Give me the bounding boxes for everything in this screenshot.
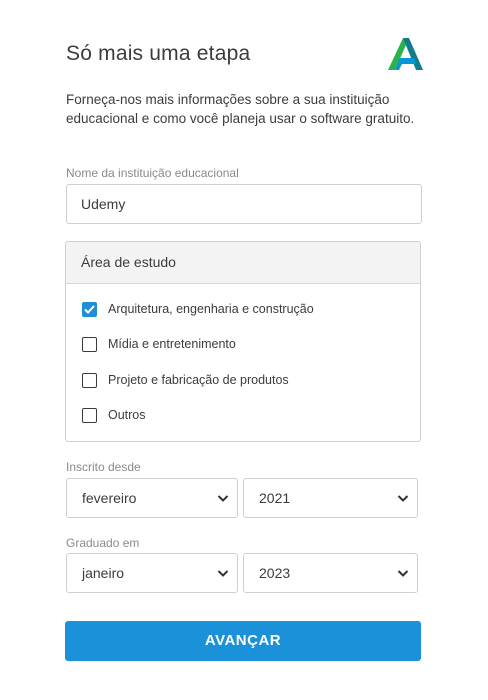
checkbox-product-design[interactable] — [82, 372, 97, 388]
enrolled-year-select[interactable]: 2021 — [243, 478, 418, 518]
area-of-study-panel: Área de estudo Arquitetura, engenharia e… — [65, 241, 421, 442]
option-product-design[interactable]: Projeto e fabricação de produtos — [82, 371, 289, 389]
enrolled-month-select[interactable]: fevereiro — [66, 478, 238, 518]
graduated-in-label: Graduado em — [66, 536, 140, 550]
option-architecture[interactable]: Arquitetura, engenharia e construção — [82, 300, 314, 318]
institution-input[interactable]: Udemy — [66, 184, 422, 224]
option-media[interactable]: Mídia e entretenimento — [82, 335, 236, 353]
page-description: Forneça-nos mais informações sobre a sua… — [66, 92, 415, 126]
page-title: Só mais uma etapa — [66, 42, 251, 65]
header: Só mais uma etapa — [66, 38, 423, 78]
graduated-month-select[interactable]: janeiro — [66, 553, 238, 593]
option-label: Mídia e entretenimento — [108, 337, 236, 351]
enrolled-since-label: Inscrito desde — [66, 460, 141, 474]
institution-label: Nome da instituição educacional — [66, 166, 239, 180]
option-label: Projeto e fabricação de produtos — [108, 373, 289, 387]
option-label: Outros — [108, 408, 146, 422]
checkbox-architecture[interactable] — [82, 301, 97, 317]
enrolled-month-value: fevereiro — [82, 490, 137, 506]
autodesk-logo-icon — [388, 38, 423, 70]
chevron-down-icon — [397, 495, 409, 502]
graduated-month-value: janeiro — [82, 565, 125, 581]
chevron-down-icon — [217, 495, 229, 502]
option-others[interactable]: Outros — [82, 406, 146, 424]
enrolled-year-value: 2021 — [259, 490, 291, 506]
option-label: Arquitetura, engenharia e construção — [108, 302, 314, 316]
area-of-study-title: Área de estudo — [66, 242, 420, 284]
checkmark-icon — [84, 304, 95, 314]
graduated-year-select[interactable]: 2023 — [243, 553, 418, 593]
checkbox-media[interactable] — [82, 336, 97, 352]
next-button[interactable]: AVANÇAR — [65, 621, 421, 661]
checkbox-others[interactable] — [82, 407, 97, 423]
chevron-down-icon — [217, 570, 229, 577]
graduated-year-value: 2023 — [259, 565, 291, 581]
chevron-down-icon — [397, 570, 409, 577]
